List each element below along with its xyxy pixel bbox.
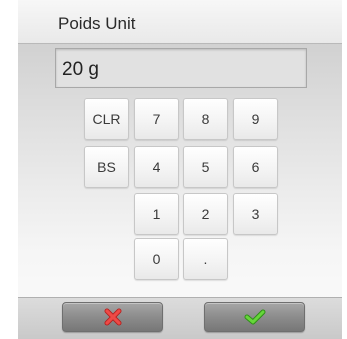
key-0[interactable]: 0 — [134, 238, 179, 280]
close-icon — [104, 308, 121, 326]
key-5[interactable]: 5 — [183, 146, 228, 188]
key-3[interactable]: 3 — [233, 193, 278, 235]
key-backspace[interactable]: BS — [84, 146, 129, 188]
display-value: 20 g — [62, 59, 99, 80]
key-9[interactable]: 9 — [233, 98, 278, 140]
key-1[interactable]: 1 — [134, 193, 179, 235]
key-8[interactable]: 8 — [183, 98, 228, 140]
key-7[interactable]: 7 — [134, 98, 179, 140]
cancel-button[interactable] — [62, 302, 163, 332]
confirm-button[interactable] — [204, 302, 305, 332]
key-2[interactable]: 2 — [183, 193, 228, 235]
key-4[interactable]: 4 — [134, 146, 179, 188]
value-display-field[interactable]: 20 g — [55, 48, 307, 88]
key-decimal[interactable]: . — [183, 238, 228, 280]
checkmark-icon — [244, 309, 265, 325]
key-clear[interactable]: CLR — [84, 98, 129, 140]
key-6[interactable]: 6 — [233, 146, 278, 188]
dialog-header: Poids Unit — [18, 0, 342, 44]
dialog-title: Poids Unit — [58, 14, 136, 33]
